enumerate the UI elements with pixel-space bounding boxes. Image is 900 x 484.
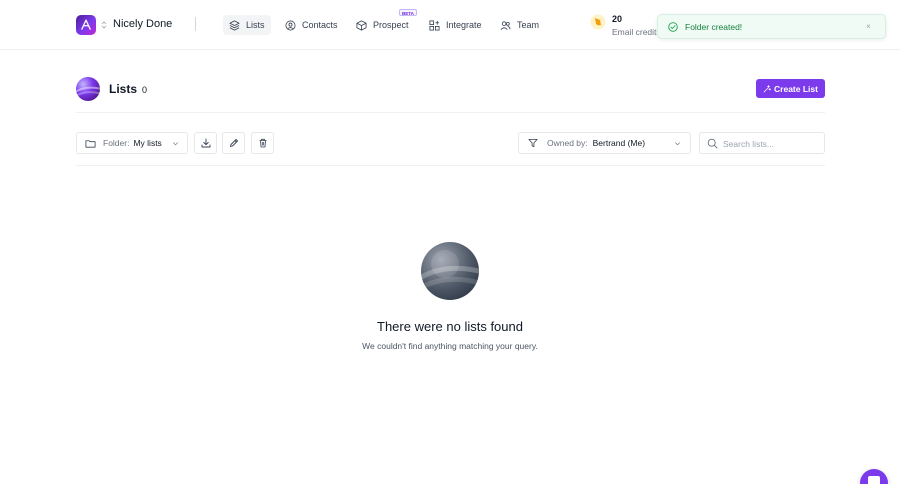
nav-item-label: Integrate — [446, 20, 482, 30]
chat-launcher-button[interactable] — [860, 469, 888, 484]
sparkle-icon — [763, 84, 772, 92]
folder-label: Folder: — [103, 138, 130, 148]
app-page: Nicely Done Lists Contacts Prospect BETA… — [0, 0, 900, 484]
search-box — [699, 132, 825, 154]
nav-item-integrate[interactable]: Integrate — [423, 15, 488, 35]
check-circle-icon — [668, 22, 678, 32]
owner-value: Bertrand (Me) — [592, 138, 646, 148]
owner-select[interactable]: Owned by: Bertrand (Me) — [518, 132, 691, 154]
nav-item-contacts[interactable]: Contacts — [279, 15, 344, 35]
page-title: Lists — [109, 82, 138, 96]
nav-item-label: Contacts — [302, 20, 338, 30]
trash-icon — [259, 138, 266, 148]
create-list-button[interactable]: Create List — [756, 79, 825, 98]
app-logo-icon[interactable] — [76, 15, 96, 35]
user-icon — [285, 20, 296, 30]
nav-item-prospect[interactable]: Prospect — [350, 15, 415, 35]
layers-icon — [229, 20, 240, 30]
search-icon — [707, 138, 718, 149]
nav-divider — [195, 17, 196, 31]
folder-value: My lists — [133, 138, 162, 148]
empty-state-title: There were no lists found — [377, 319, 523, 334]
folder-select[interactable]: Folder: My lists — [76, 132, 188, 154]
nav-item-team[interactable]: Team — [494, 15, 545, 35]
pencil-icon — [229, 139, 238, 147]
header-divider — [76, 112, 825, 113]
nav-item-label: Lists — [246, 20, 265, 30]
beta-badge: BETA — [399, 9, 417, 16]
nav-item-label: Team — [517, 20, 540, 30]
credits-count: 20 — [612, 14, 623, 24]
empty-state-illustration — [421, 242, 479, 300]
success-toast: Folder created! × — [657, 14, 886, 39]
toast-message: Folder created! — [685, 22, 743, 32]
filter-icon — [528, 138, 538, 148]
box-icon — [356, 20, 367, 30]
credits-icon — [590, 14, 606, 30]
nav-item-lists[interactable]: Lists — [223, 15, 271, 35]
owner-label: Owned by: — [547, 138, 588, 148]
workspace-name[interactable]: Nicely Done — [113, 18, 172, 30]
edit-button[interactable] — [222, 132, 245, 154]
lists-avatar — [76, 77, 100, 101]
empty-state-subtitle: We couldn't find anything matching your … — [362, 341, 538, 351]
folder-icon — [85, 139, 96, 148]
users-icon — [500, 20, 511, 30]
search-input[interactable] — [723, 136, 821, 151]
chat-icon — [868, 476, 880, 484]
grid-plus-icon — [429, 20, 440, 30]
lists-count: 0 — [142, 85, 148, 95]
nav-item-label: Prospect — [373, 20, 409, 30]
download-icon — [201, 138, 210, 148]
chevron-down-icon — [173, 141, 178, 145]
chevron-down-icon — [675, 141, 680, 145]
credits-label: Email credits — [612, 27, 658, 37]
delete-button[interactable] — [251, 132, 274, 154]
toolbar-divider — [76, 165, 825, 166]
download-button[interactable] — [194, 132, 217, 154]
create-list-label: Create List — [774, 83, 818, 94]
workspace-switch-icon[interactable] — [101, 21, 107, 29]
top-nav: Nicely Done Lists Contacts Prospect BETA… — [0, 0, 900, 50]
close-icon[interactable]: × — [864, 22, 873, 31]
